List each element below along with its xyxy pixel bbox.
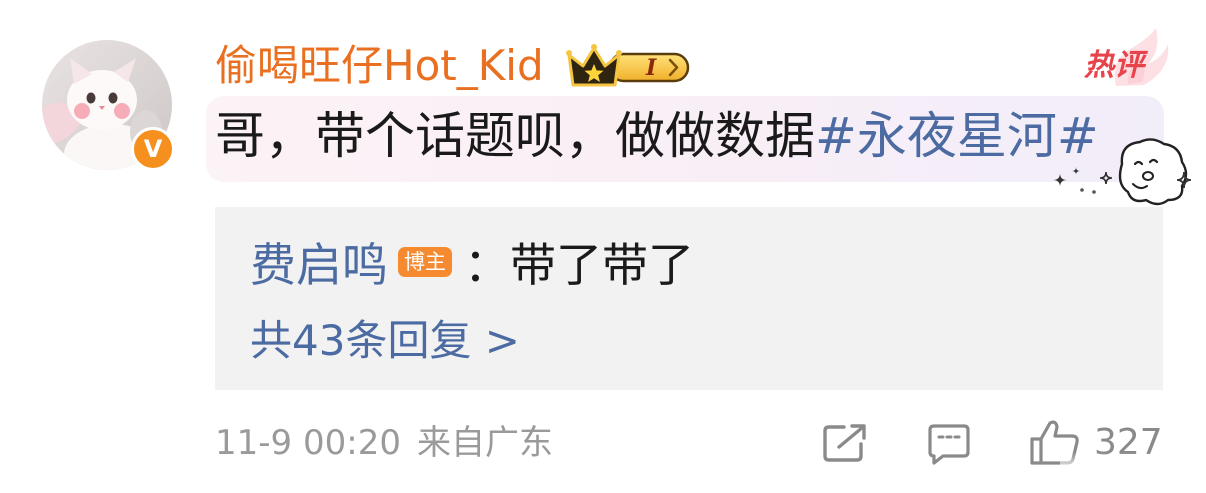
comment-meta: 11-9 00:20 来自广东 — [215, 418, 553, 468]
view-all-replies-link[interactable]: 共43条回复 > — [250, 313, 520, 369]
comment-text[interactable]: 哥，带个话题呗，做做数据#永夜星河# — [215, 106, 1099, 166]
reply-box[interactable]: 费启鸣 博主 ：带了带了 共43条回复 > — [215, 207, 1163, 390]
comment-card: V 偷喝旺仔Hot_Kid I 热评 哥，带个话题呗，做做数据#永夜星河# 费启… — [0, 0, 1206, 493]
user-level-badge[interactable]: I — [566, 42, 692, 90]
reply-text: ：带了带了 — [464, 238, 694, 292]
comment-time: 11-9 00:20 — [215, 423, 401, 463]
level-pill: I — [608, 52, 690, 83]
top-reply[interactable]: 费启鸣 博主 ：带了带了 — [250, 232, 694, 292]
comment-author-name[interactable]: 偷喝旺仔Hot_Kid — [215, 38, 544, 94]
blogger-badge: 博主 — [398, 247, 452, 277]
cute-ghost-sticker — [1053, 138, 1192, 206]
comment-body: 哥，带个话题呗，做做数据 — [215, 107, 815, 165]
verified-v-icon: V — [131, 127, 175, 171]
share-icon[interactable] — [822, 423, 868, 463]
watermark-fade — [1060, 452, 1206, 493]
comment-icon[interactable] — [927, 422, 971, 466]
comment-location: 来自广东 — [416, 423, 553, 463]
level-label: I — [645, 55, 657, 81]
hot-comment-label: 热评 — [1084, 48, 1144, 83]
reply-author-name[interactable]: 费启鸣 — [250, 229, 388, 295]
crown-icon — [566, 44, 622, 87]
